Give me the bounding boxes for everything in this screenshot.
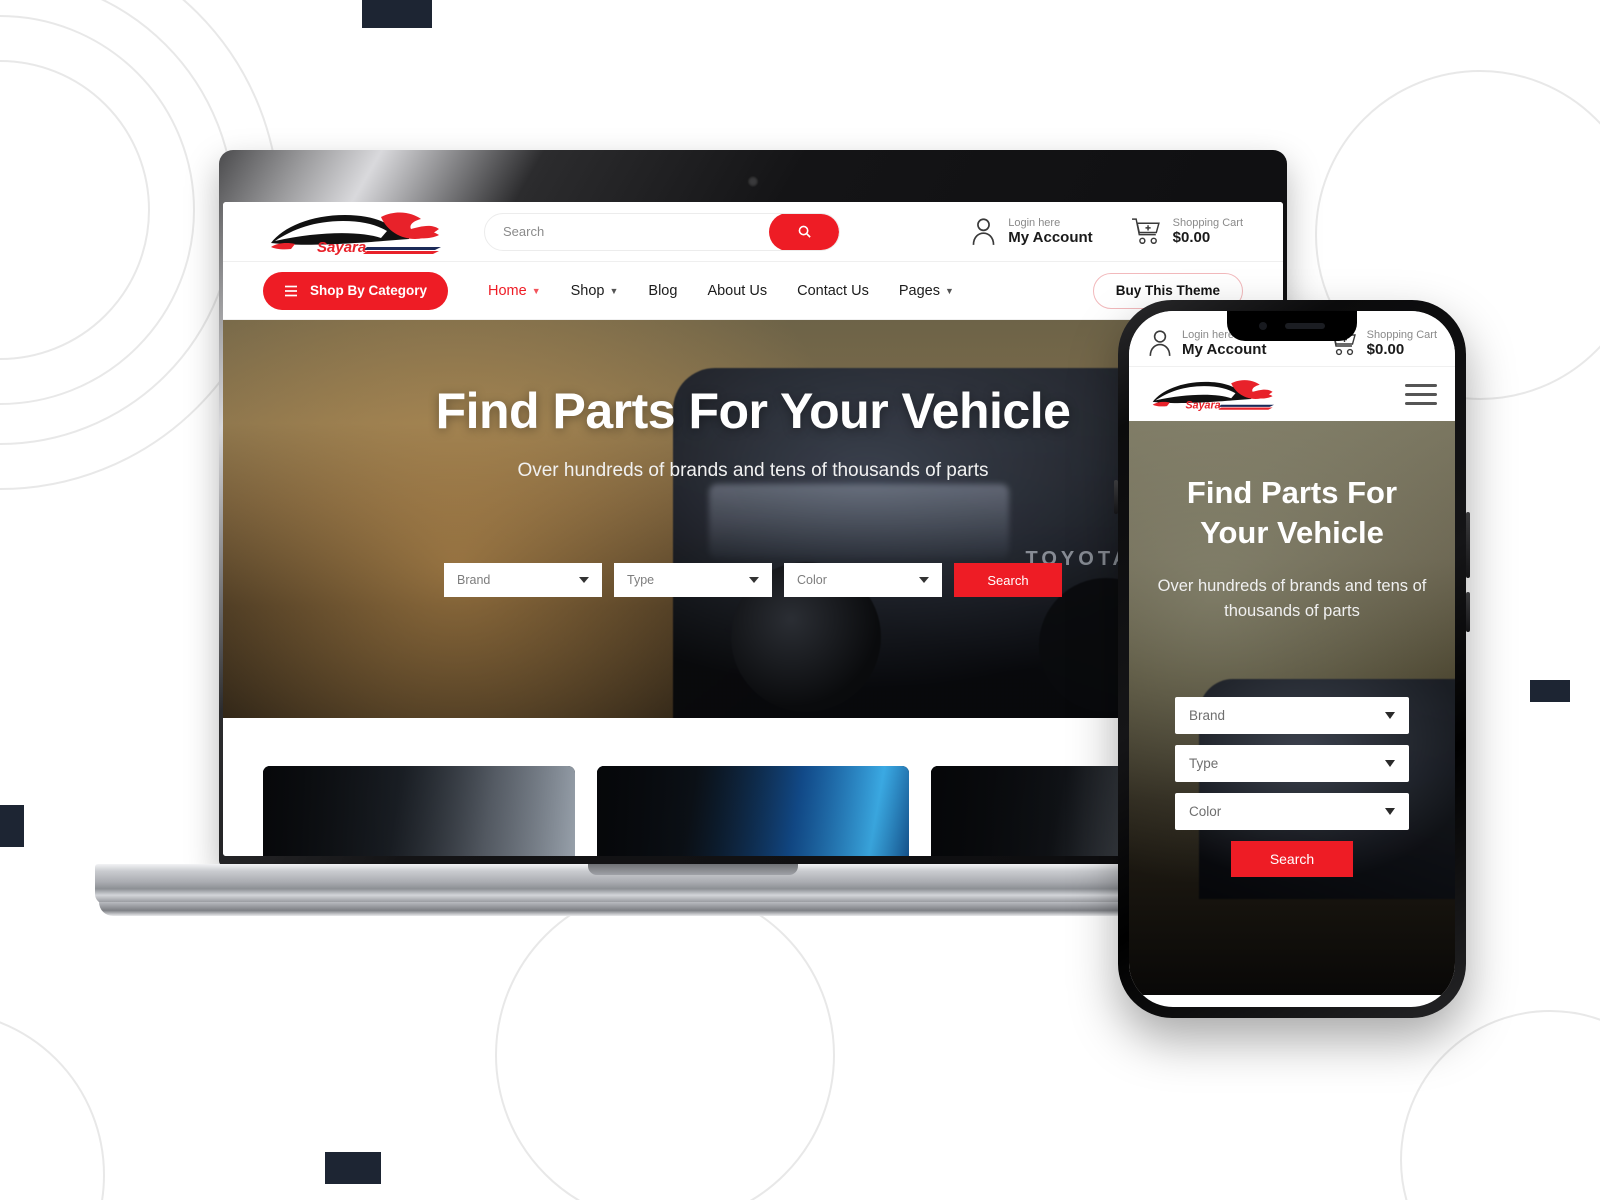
vehicle-filter-bar: Brand Type Color Search (444, 563, 1062, 597)
hamburger-icon[interactable] (1405, 383, 1437, 405)
mobile-color-select[interactable]: Color (1175, 792, 1409, 830)
chevron-down-icon (749, 577, 759, 583)
phone-side-button[interactable] (1466, 592, 1470, 632)
mobile-brand-select-label: Brand (1189, 707, 1226, 723)
feature-card-overlay (263, 766, 575, 856)
mobile-color-select-label: Color (1189, 803, 1222, 819)
laptop-mockup: Sayara Search Login here My Account Shop… (95, 150, 1290, 922)
mobile-type-select[interactable]: Type (1175, 744, 1409, 782)
chevron-down-icon (919, 577, 929, 583)
nav-item-pages[interactable]: Pages ▼ (899, 283, 954, 299)
primary-nav: Home ▼ Shop ▼ Blog About Us Contact Us P… (488, 283, 954, 299)
chevron-down-icon (579, 577, 589, 583)
chevron-down-icon (1385, 807, 1395, 815)
chevron-down-icon (1385, 711, 1395, 719)
mobile-cart-total: $0.00 (1366, 341, 1405, 359)
type-select-label: Type (627, 573, 655, 587)
search-bar[interactable] (484, 212, 840, 251)
user-icon (972, 218, 995, 245)
mobile-account-title: My Account (1182, 341, 1267, 359)
buy-this-theme-label: Buy This Theme (1115, 283, 1220, 298)
cart-plus-icon (1131, 218, 1160, 244)
phone-camera-icon (1259, 322, 1267, 330)
brand-select-label: Brand (457, 573, 491, 587)
feature-card-overlay (597, 766, 909, 856)
feature-card[interactable]: Power tools of next level (597, 766, 909, 856)
nav-item-label: Blog (648, 282, 678, 299)
cart-total: $0.00 (1172, 229, 1211, 247)
phone-speaker-icon (1285, 323, 1325, 329)
chevron-down-icon: ▼ (944, 285, 954, 296)
account-subtitle: Login here (1008, 216, 1061, 229)
chevron-down-icon: ▼ (531, 285, 541, 296)
cart-subtitle: Shopping Cart (1172, 216, 1243, 229)
laptop-camera-icon (747, 176, 759, 187)
mobile-hero: Find Parts For Your Vehicle Over hundred… (1129, 421, 1455, 995)
mobile-hero-search-button[interactable]: Search (1231, 840, 1353, 877)
account-title: My Account (1008, 229, 1093, 247)
search-input[interactable] (485, 213, 769, 250)
account-widget[interactable]: Login here My Account (970, 216, 1093, 247)
laptop-foot (99, 902, 1286, 916)
brand-select[interactable]: Brand (444, 563, 602, 597)
phone-notch (1227, 311, 1357, 341)
mobile-hero-title-line1: Find Parts For (1186, 475, 1398, 510)
site-logo[interactable]: Sayara (263, 207, 448, 257)
hero-search-button[interactable]: Search (954, 563, 1062, 597)
mobile-hero-title: Find Parts For Your Vehicle (1153, 473, 1431, 554)
mobile-hero-subtitle: Over hundreds of brands and tens of thou… (1157, 576, 1427, 621)
nav-item-label: Contact Us (797, 282, 869, 299)
hamburger-icon (284, 285, 297, 296)
phone-side-button[interactable] (1466, 512, 1470, 578)
chevron-down-icon (1385, 759, 1395, 767)
shop-by-category-button[interactable]: Shop By Category (263, 271, 448, 310)
nav-item-shop[interactable]: Shop ▼ (571, 283, 619, 299)
type-select[interactable]: Type (614, 563, 772, 597)
feature-card[interactable]: Low Prices guarantee (263, 766, 575, 856)
color-select-label: Color (797, 573, 827, 587)
nav-item-blog[interactable]: Blog (648, 283, 677, 299)
mobile-brand-select[interactable]: Brand (1175, 696, 1409, 734)
svg-text:Sayara: Sayara (1186, 399, 1221, 411)
user-icon (1149, 330, 1171, 357)
phone-mockup: Login here My Account Shopping Cart $0.0… (1114, 300, 1470, 1018)
laptop-base (95, 864, 1290, 904)
phone-volume-button[interactable] (1114, 480, 1118, 514)
nav-item-contact-us[interactable]: Contact Us (797, 283, 869, 299)
phone-screen: Login here My Account Shopping Cart $0.0… (1129, 311, 1455, 1007)
mobile-vehicle-filter-form: Brand Type Color Search (1129, 696, 1455, 877)
mobile-logo-row: Sayara (1129, 367, 1455, 421)
desktop-navbar: Shop By Category Home ▼ Shop ▼ Blog Abou… (223, 262, 1283, 320)
nav-item-label: About Us (707, 282, 768, 299)
nav-item-label: Pages (898, 282, 940, 299)
nav-item-label: Shop (570, 282, 605, 299)
svg-text:Sayara: Sayara (317, 239, 366, 256)
chevron-down-icon: ▼ (609, 285, 619, 296)
nav-item-label: Home (488, 282, 527, 299)
cart-widget[interactable]: Shopping Cart $0.00 (1131, 217, 1243, 247)
mobile-hero-title-line2: Your Vehicle (1200, 515, 1384, 551)
shop-by-category-label: Shop By Category (309, 283, 428, 298)
desktop-topbar: Sayara Search Login here My Account Shop… (223, 202, 1283, 262)
search-submit-button[interactable] (769, 213, 839, 250)
nav-item-about-us[interactable]: About Us (707, 283, 767, 299)
search-icon (798, 225, 811, 238)
device-mockup-stage: Sayara Search Login here My Account Shop… (0, 0, 1600, 1200)
mobile-cart-subtitle: Shopping Cart (1366, 328, 1437, 341)
nav-item-home[interactable]: Home ▼ (488, 283, 541, 299)
mobile-type-select-label: Type (1189, 755, 1219, 771)
site-logo[interactable]: Sayara (1147, 374, 1279, 414)
color-select[interactable]: Color (784, 563, 942, 597)
